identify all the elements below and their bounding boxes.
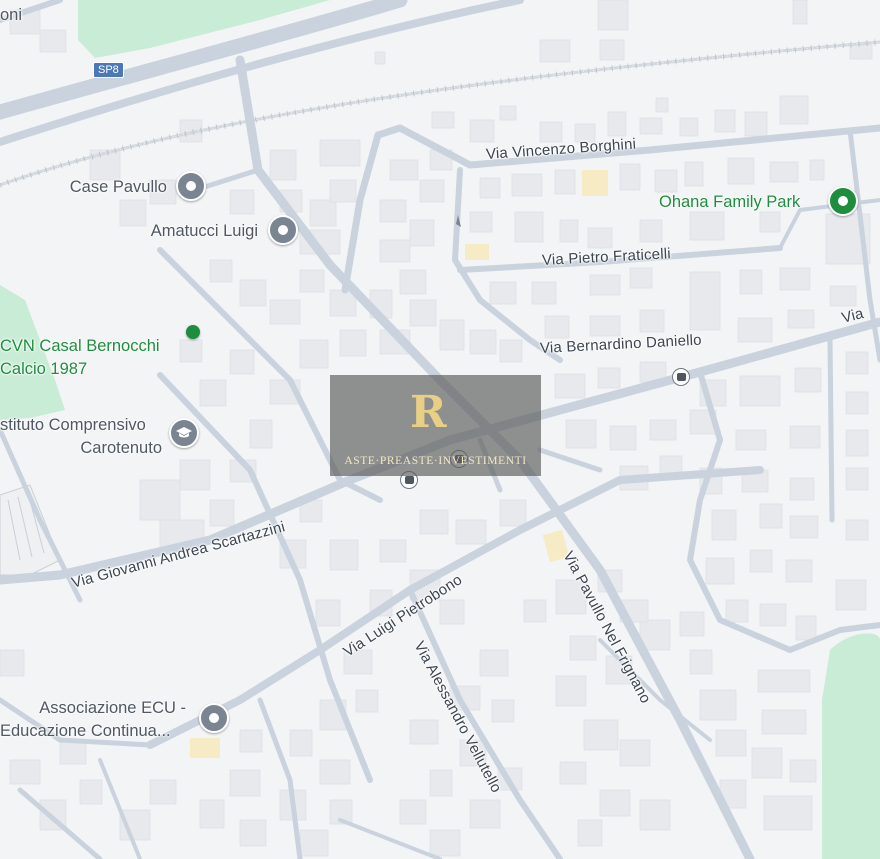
school-pin[interactable]: [169, 418, 199, 448]
pin-dot-icon: [186, 181, 196, 191]
road-shield-sp8: SP8: [93, 62, 124, 78]
place-pin-case-pavullo[interactable]: [176, 171, 206, 201]
graduation-cap-icon: [176, 427, 192, 438]
place-label-ecu-line2[interactable]: Educazione Continua...: [0, 720, 171, 742]
place-label-ohana[interactable]: Ohana Family Park: [659, 191, 800, 213]
pin-dot-icon: [278, 225, 288, 235]
place-label-istituto-line1[interactable]: stituto Comprensivo: [0, 414, 146, 436]
place-label-cvn-line1[interactable]: CVN Casal Bernocchi: [0, 335, 160, 357]
place-label-istituto-line2[interactable]: Carotenuto: [0, 437, 162, 459]
map-view[interactable]: SP8 Via Vincenzo Borghini Via Pietro Fra…: [0, 0, 880, 859]
place-label-ecu-line1[interactable]: Associazione ECU -: [0, 697, 186, 719]
bus-stop-icon[interactable]: [672, 368, 690, 386]
place-label-amatucci[interactable]: Amatucci Luigi: [126, 220, 258, 242]
place-pin-ecu[interactable]: [199, 703, 229, 733]
place-pin-amatucci[interactable]: [268, 215, 298, 245]
watermark-logo: R ASTE·PREASTE·INVESTIMENTI: [330, 375, 541, 476]
pin-dot-icon: [209, 713, 219, 723]
place-label-case-pavullo[interactable]: Case Pavullo: [57, 176, 167, 198]
pin-dot-icon: [838, 196, 848, 206]
place-label-cvn-line2[interactable]: Calcio 1987: [0, 358, 87, 380]
park-marker-icon: [186, 325, 200, 339]
place-pin-ohana[interactable]: [828, 186, 858, 216]
watermark-logo-mark: R: [410, 387, 447, 438]
place-label-partial: oni: [0, 6, 23, 24]
watermark-text: ASTE·PREASTE·INVESTIMENTI: [344, 455, 527, 467]
